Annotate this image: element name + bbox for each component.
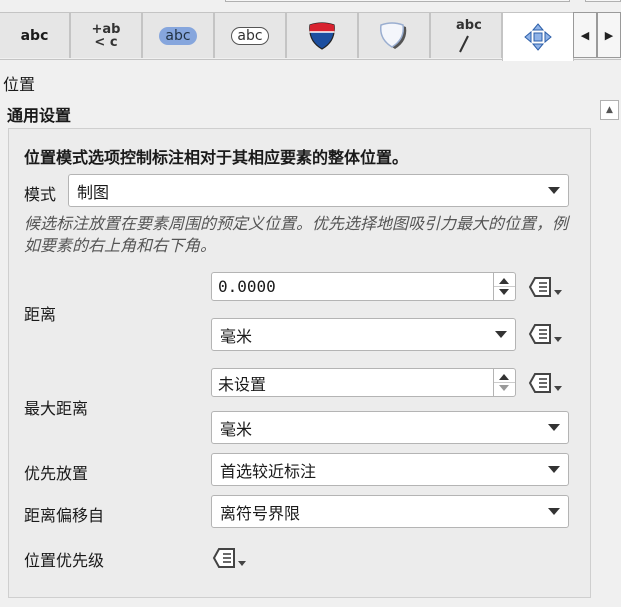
distance-stepper[interactable] bbox=[493, 273, 515, 300]
chevron-down-icon bbox=[548, 466, 560, 473]
preferred-placement-select[interactable]: 首选较近标注 bbox=[211, 453, 569, 486]
distance-unit-select[interactable]: 毫米 bbox=[211, 318, 516, 351]
group-title: 通用设置 bbox=[7, 106, 72, 125]
top-widget-right bbox=[585, 0, 621, 2]
mode-select[interactable]: 制图 bbox=[68, 174, 569, 207]
distance-unit-value: 毫米 bbox=[220, 326, 253, 346]
distance-data-defined-icon[interactable] bbox=[526, 274, 564, 300]
mask-icon: abc bbox=[231, 26, 269, 45]
tab-scroll-right-button[interactable]: ▶ bbox=[597, 12, 621, 58]
position-priority-data-defined-icon[interactable] bbox=[210, 545, 248, 571]
move-arrows-icon bbox=[524, 23, 552, 51]
shadow-shield-icon bbox=[379, 21, 407, 49]
preferred-placement-label: 优先放置 bbox=[24, 464, 89, 483]
scroll-up-button[interactable]: ▲ bbox=[600, 100, 619, 120]
offset-from-label: 距离偏移自 bbox=[24, 506, 105, 525]
tab-text[interactable]: abc bbox=[0, 12, 70, 58]
label-settings-tabbar: abc +ab < c abc abc abc ◀ ▶ bbox=[0, 10, 621, 61]
tab-mask[interactable]: abc bbox=[214, 12, 286, 58]
tab-formatting-label-top: +ab bbox=[91, 21, 121, 37]
section-title: 位置 bbox=[3, 75, 36, 94]
tab-mask-label: abc bbox=[237, 27, 263, 44]
group-description: 位置模式选项控制标注相对于其相应要素的整体位置。 bbox=[24, 148, 409, 167]
max-distance-value: 未设置 bbox=[218, 374, 267, 394]
offset-from-value: 离符号界限 bbox=[220, 503, 301, 523]
offset-from-select[interactable]: 离符号界限 bbox=[211, 495, 569, 528]
chevron-down-icon bbox=[548, 424, 560, 431]
tab-callouts[interactable]: abc bbox=[430, 12, 502, 58]
max-distance-spinbox[interactable]: 未设置 bbox=[211, 368, 516, 397]
chevron-down-icon bbox=[495, 331, 507, 338]
distance-label: 距离 bbox=[24, 305, 57, 324]
highway-shield-icon bbox=[309, 21, 335, 50]
distance-value: 0.0000 bbox=[218, 277, 276, 296]
tab-text-label: abc bbox=[20, 27, 49, 44]
tab-buffer[interactable]: abc bbox=[142, 12, 214, 58]
max-distance-unit-select[interactable]: 毫米 bbox=[211, 411, 569, 444]
max-distance-data-defined-icon[interactable] bbox=[526, 370, 564, 396]
mode-label: 模式 bbox=[24, 185, 57, 204]
tab-formatting-label-bottom: < c bbox=[94, 34, 118, 50]
buffer-icon: abc bbox=[159, 26, 197, 45]
vertical-scrollbar[interactable]: ▲ bbox=[598, 100, 621, 607]
callout-line-icon bbox=[459, 35, 469, 52]
tab-formatting[interactable]: +ab < c bbox=[70, 12, 142, 58]
max-distance-label: 最大距离 bbox=[24, 399, 89, 418]
tab-shadow[interactable] bbox=[358, 12, 430, 58]
max-distance-unit-value: 毫米 bbox=[220, 419, 253, 439]
tab-placement[interactable] bbox=[502, 12, 574, 61]
distance-unit-data-defined-icon[interactable] bbox=[526, 321, 564, 347]
chevron-down-icon bbox=[548, 187, 560, 194]
tab-buffer-label: abc bbox=[165, 27, 191, 44]
tab-scroll-left-button[interactable]: ◀ bbox=[573, 12, 597, 58]
chevron-down-icon bbox=[548, 508, 560, 515]
preferred-placement-value: 首选较近标注 bbox=[220, 461, 317, 481]
top-widget-left bbox=[225, 0, 570, 2]
max-distance-stepper[interactable] bbox=[493, 369, 515, 396]
tab-background[interactable] bbox=[286, 12, 358, 58]
mode-select-value: 制图 bbox=[77, 182, 110, 202]
position-priority-label: 位置优先级 bbox=[24, 551, 105, 570]
placement-hint: 候选标注放置在要素周围的预定义位置。优先选择地图吸引力最大的位置，例如要素的右上… bbox=[24, 214, 569, 255]
distance-spinbox[interactable]: 0.0000 bbox=[211, 272, 516, 301]
tab-scroll-arrows: ◀ ▶ bbox=[573, 12, 621, 58]
